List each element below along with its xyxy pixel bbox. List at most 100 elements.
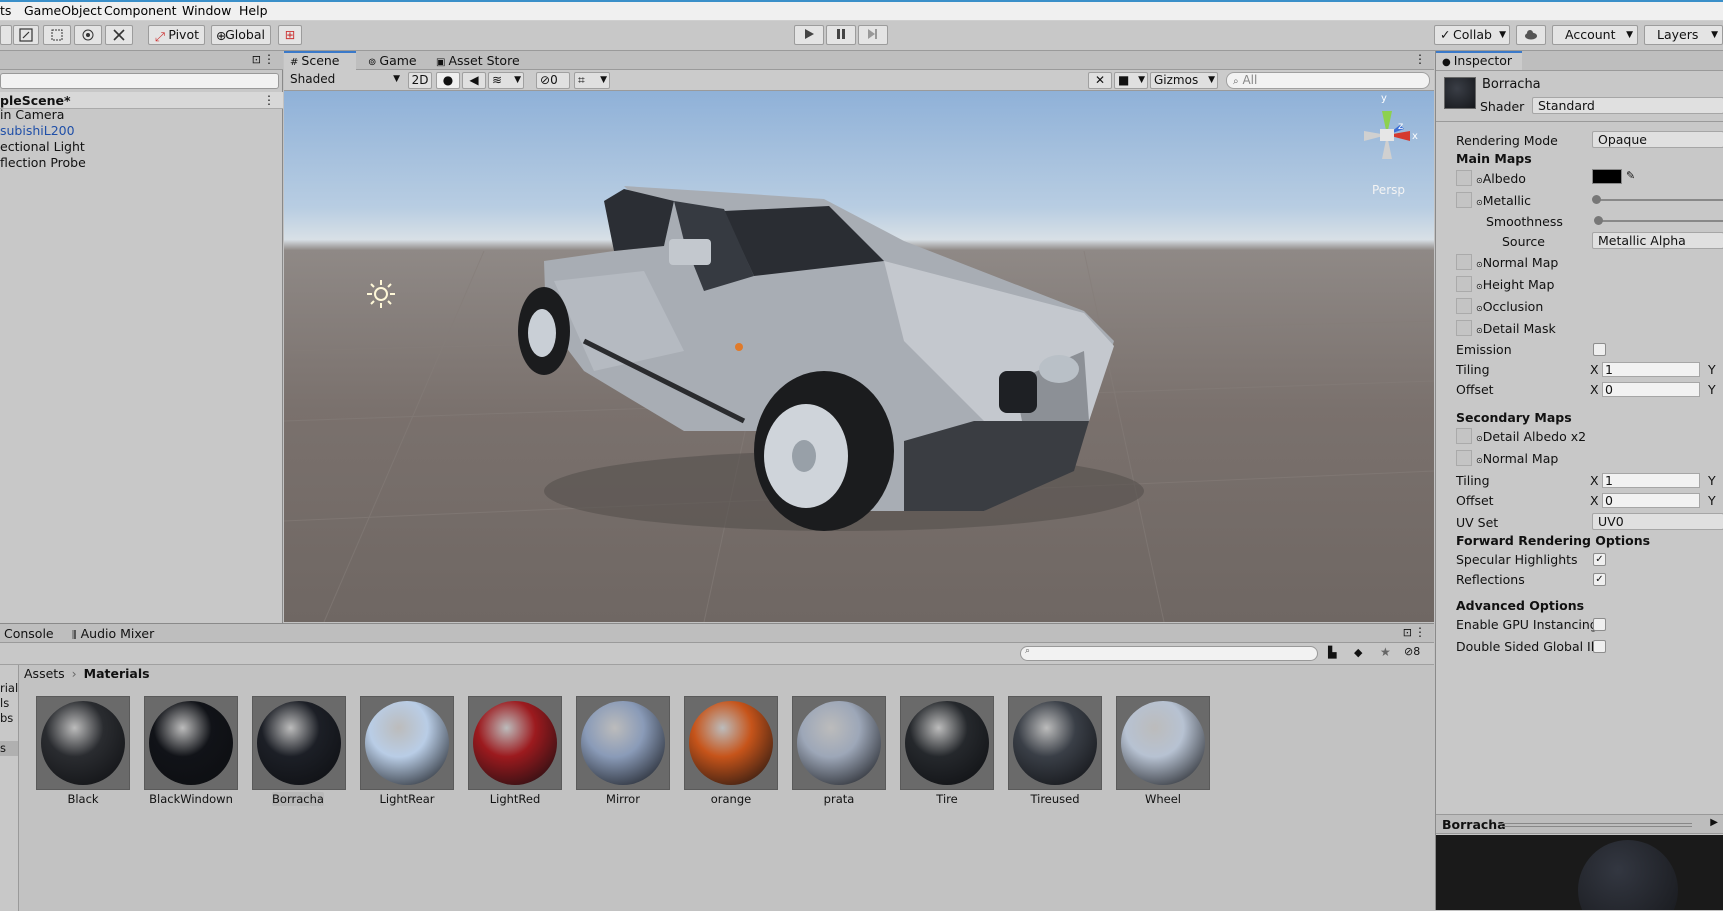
albedo-texture-slot[interactable] bbox=[1456, 170, 1472, 186]
occlusion-slot[interactable] bbox=[1456, 298, 1472, 314]
double-sided-gi-checkbox[interactable] bbox=[1593, 640, 1606, 653]
view-tool-button[interactable] bbox=[0, 25, 12, 45]
material-tile[interactable] bbox=[1116, 696, 1210, 790]
directional-light-icon[interactable] bbox=[366, 279, 396, 309]
material-tile[interactable] bbox=[360, 696, 454, 790]
cloud-button[interactable] bbox=[1516, 25, 1546, 45]
folder-tree-item[interactable]: ls bbox=[0, 696, 18, 711]
tools-toggle[interactable]: ✕ bbox=[1088, 72, 1112, 89]
material-tile[interactable] bbox=[144, 696, 238, 790]
metallic-slider[interactable] bbox=[1592, 195, 1723, 204]
secondary-normal-map-slot[interactable] bbox=[1456, 450, 1472, 466]
shading-dropdown[interactable]: Shaded ▼ bbox=[286, 72, 404, 89]
eyedropper-icon[interactable]: ✎ bbox=[1626, 169, 1635, 182]
menu-dots-icon[interactable]: ⋮ bbox=[1414, 625, 1426, 639]
menu-dots-icon[interactable]: ⋮ bbox=[263, 93, 275, 107]
tiling-x-field[interactable]: 1 bbox=[1602, 362, 1700, 377]
hierarchy-item-mitsubishi[interactable]: subishiL200 bbox=[0, 123, 75, 139]
detail-mask-slot[interactable] bbox=[1456, 320, 1472, 336]
pause-button[interactable] bbox=[826, 25, 856, 45]
2d-toggle[interactable]: 2D bbox=[408, 72, 432, 89]
play-icon[interactable]: ▶ bbox=[1710, 817, 1718, 828]
breadcrumb-assets[interactable]: Assets bbox=[24, 666, 65, 681]
lighting-toggle[interactable]: ● bbox=[436, 72, 460, 89]
project-search-input[interactable]: ⌕ bbox=[1020, 646, 1318, 661]
scene-viewport[interactable]: y x z Persp bbox=[284, 91, 1434, 622]
hierarchy-search-input[interactable] bbox=[0, 73, 279, 89]
smoothness-slider[interactable] bbox=[1594, 216, 1723, 225]
emission-checkbox[interactable] bbox=[1593, 343, 1606, 356]
scale-tool-button[interactable] bbox=[13, 25, 39, 45]
tab-game[interactable]: ⊚ Game bbox=[362, 51, 422, 70]
material-tile[interactable] bbox=[900, 696, 994, 790]
tab-audio-mixer[interactable]: ⫼ Audio Mixer bbox=[66, 624, 166, 643]
grid-dropdown[interactable]: ⌗ ▼ bbox=[574, 72, 610, 89]
hierarchy-item-camera[interactable]: in Camera bbox=[0, 107, 64, 123]
hidden-packages-icon[interactable]: ⊘8 bbox=[1404, 645, 1420, 658]
snap-button[interactable]: ⊞ bbox=[278, 25, 302, 45]
filter-type-icon[interactable]: ▙ bbox=[1328, 646, 1336, 659]
pivot-toggle[interactable]: ⤢ Pivot bbox=[148, 25, 205, 45]
menu-gameobject[interactable]: GameObject bbox=[24, 3, 102, 18]
audio-toggle[interactable]: ◀ bbox=[462, 72, 486, 89]
material-tile[interactable] bbox=[1008, 696, 1102, 790]
menu-dots-icon[interactable]: ⋮ bbox=[1414, 52, 1426, 66]
lock-icon[interactable]: ⊡ bbox=[252, 53, 261, 66]
material-tile[interactable] bbox=[36, 696, 130, 790]
menu-assets[interactable]: ts bbox=[0, 3, 11, 18]
hierarchy-item-probe[interactable]: flection Probe bbox=[0, 155, 86, 171]
effects-dropdown[interactable]: ≋ ▼ bbox=[488, 72, 524, 89]
shader-dropdown[interactable]: Standard bbox=[1532, 97, 1723, 114]
tab-console[interactable]: Console bbox=[0, 624, 60, 643]
folder-tree-item[interactable]: bs bbox=[0, 711, 18, 726]
material-tile[interactable] bbox=[576, 696, 670, 790]
label-tag-icon[interactable]: ◆ bbox=[1354, 646, 1362, 659]
lock-icon[interactable]: ⊡ bbox=[1403, 626, 1412, 639]
material-tile[interactable] bbox=[252, 696, 346, 790]
metallic-texture-slot[interactable] bbox=[1456, 192, 1472, 208]
reflections-checkbox[interactable]: ✓ bbox=[1593, 573, 1606, 586]
slider-handle[interactable] bbox=[1592, 195, 1601, 204]
folder-tree-item[interactable]: s bbox=[0, 741, 18, 756]
offset2-x-field[interactable]: 0 bbox=[1602, 493, 1700, 508]
camera-dropdown[interactable]: ■ ▼ bbox=[1114, 72, 1148, 89]
step-button[interactable] bbox=[858, 25, 888, 45]
hierarchy-item-light[interactable]: ectional Light bbox=[0, 139, 85, 155]
menu-component[interactable]: Component bbox=[104, 3, 177, 18]
persp-label[interactable]: Persp bbox=[1372, 183, 1405, 197]
menu-help[interactable]: Help bbox=[239, 3, 268, 18]
breadcrumb-materials[interactable]: Materials bbox=[84, 666, 150, 681]
hidden-objects-toggle[interactable]: ⊘0 bbox=[536, 72, 570, 89]
tab-inspector[interactable]: ● Inspector bbox=[1436, 51, 1522, 70]
account-dropdown[interactable]: Account ▼ bbox=[1552, 25, 1638, 45]
albedo-color-swatch[interactable] bbox=[1592, 169, 1622, 184]
preview-drag-handle[interactable] bbox=[1502, 823, 1692, 827]
uv-set-dropdown[interactable]: UV0 bbox=[1592, 513, 1723, 530]
rendering-mode-dropdown[interactable]: Opaque bbox=[1592, 131, 1723, 148]
material-tile[interactable] bbox=[792, 696, 886, 790]
layers-dropdown[interactable]: Layers ▼ bbox=[1644, 25, 1723, 45]
play-button[interactable] bbox=[794, 25, 824, 45]
gpu-instancing-checkbox[interactable] bbox=[1593, 618, 1606, 631]
tab-scene[interactable]: # Scene bbox=[284, 51, 356, 70]
gizmos-dropdown[interactable]: Gizmos ▼ bbox=[1150, 72, 1218, 89]
source-dropdown[interactable]: Metallic Alpha bbox=[1592, 232, 1723, 249]
slider-handle[interactable] bbox=[1594, 216, 1603, 225]
rect-tool-button[interactable] bbox=[43, 25, 71, 45]
scene-search-input[interactable]: ⌕ All bbox=[1226, 72, 1430, 89]
collab-dropdown[interactable]: ✓ Collab ▼ bbox=[1434, 25, 1510, 45]
tiling2-x-field[interactable]: 1 bbox=[1602, 473, 1700, 488]
material-tile[interactable] bbox=[684, 696, 778, 790]
material-preview[interactable] bbox=[1436, 835, 1723, 910]
detail-albedo-slot[interactable] bbox=[1456, 428, 1472, 444]
specular-highlights-checkbox[interactable]: ✓ bbox=[1593, 553, 1606, 566]
menu-window[interactable]: Window bbox=[182, 3, 231, 18]
height-map-slot[interactable] bbox=[1456, 276, 1472, 292]
custom-tool-button[interactable] bbox=[105, 25, 133, 45]
global-toggle[interactable]: ⊕ Global bbox=[211, 25, 271, 45]
offset-x-field[interactable]: 0 bbox=[1602, 382, 1700, 397]
tab-asset-store[interactable]: ▣ Asset Store bbox=[430, 51, 530, 70]
menu-dots-icon[interactable]: ⋮ bbox=[263, 52, 275, 66]
favorite-star-icon[interactable]: ★ bbox=[1380, 645, 1391, 659]
transform-tool-button[interactable] bbox=[74, 25, 102, 45]
